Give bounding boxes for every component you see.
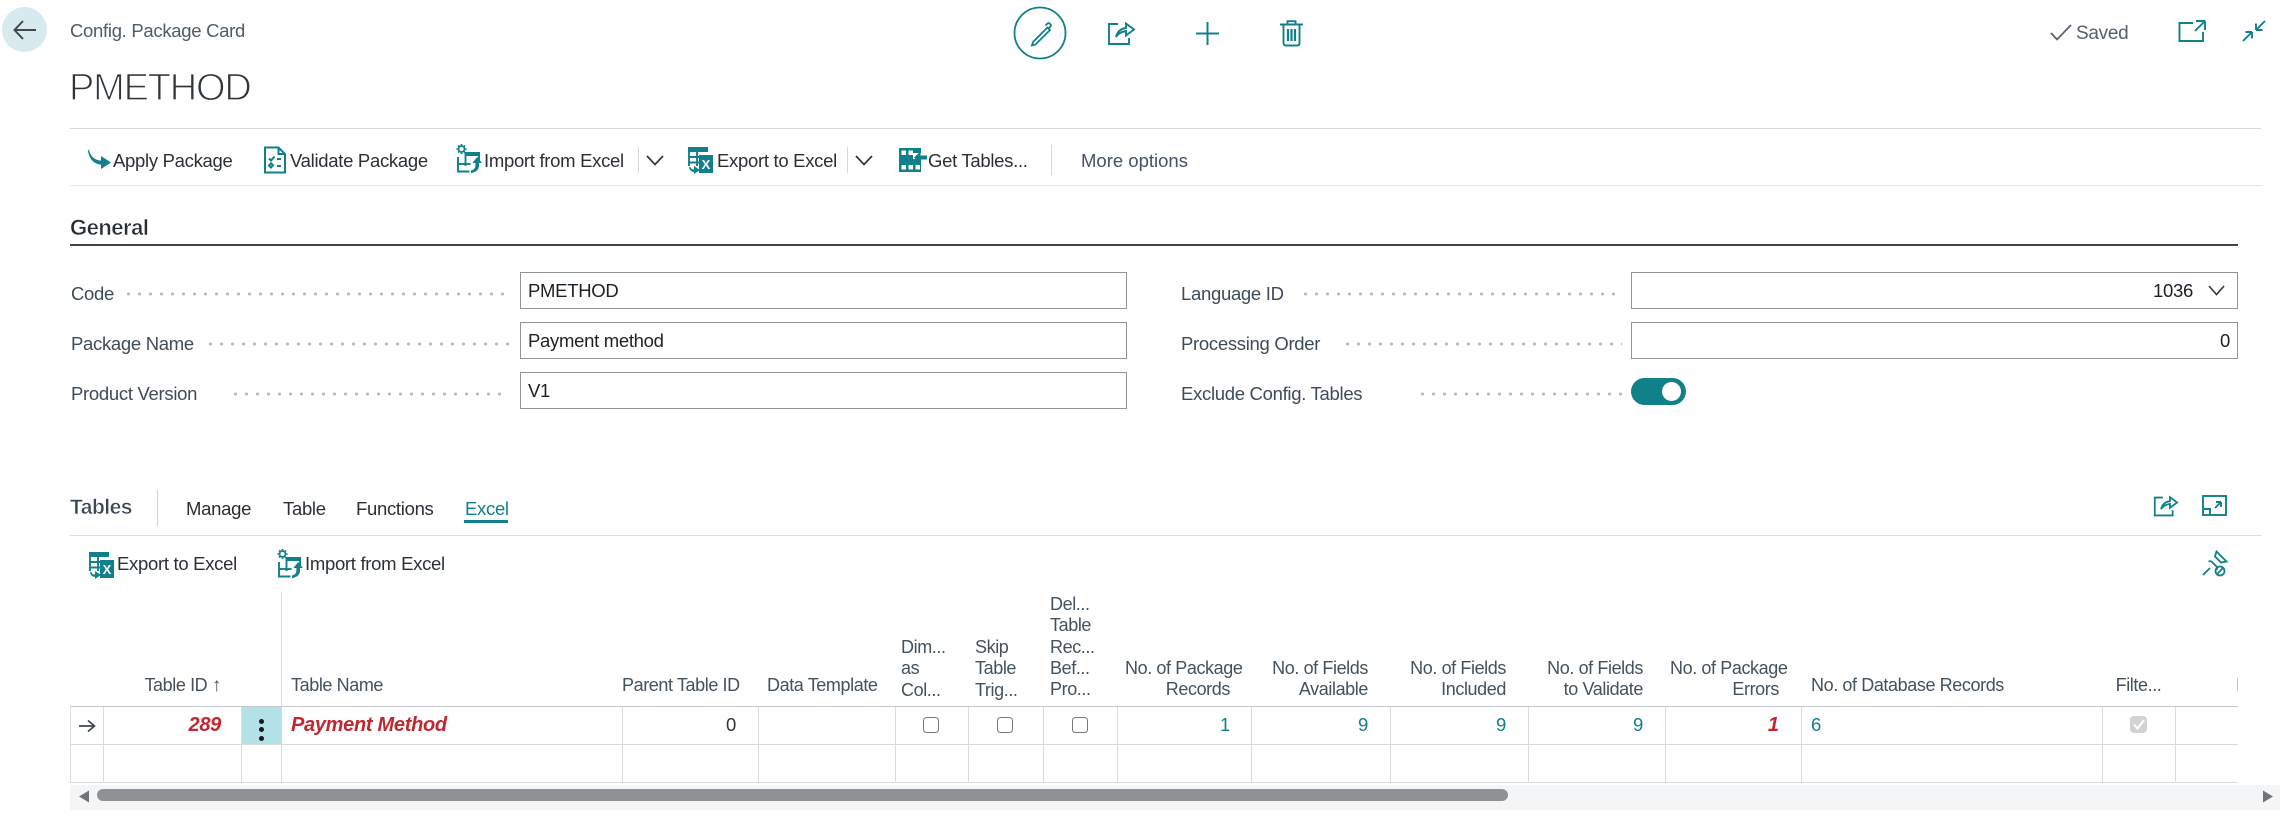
svg-text:X: X [103, 562, 112, 577]
svg-text:X: X [702, 157, 711, 172]
